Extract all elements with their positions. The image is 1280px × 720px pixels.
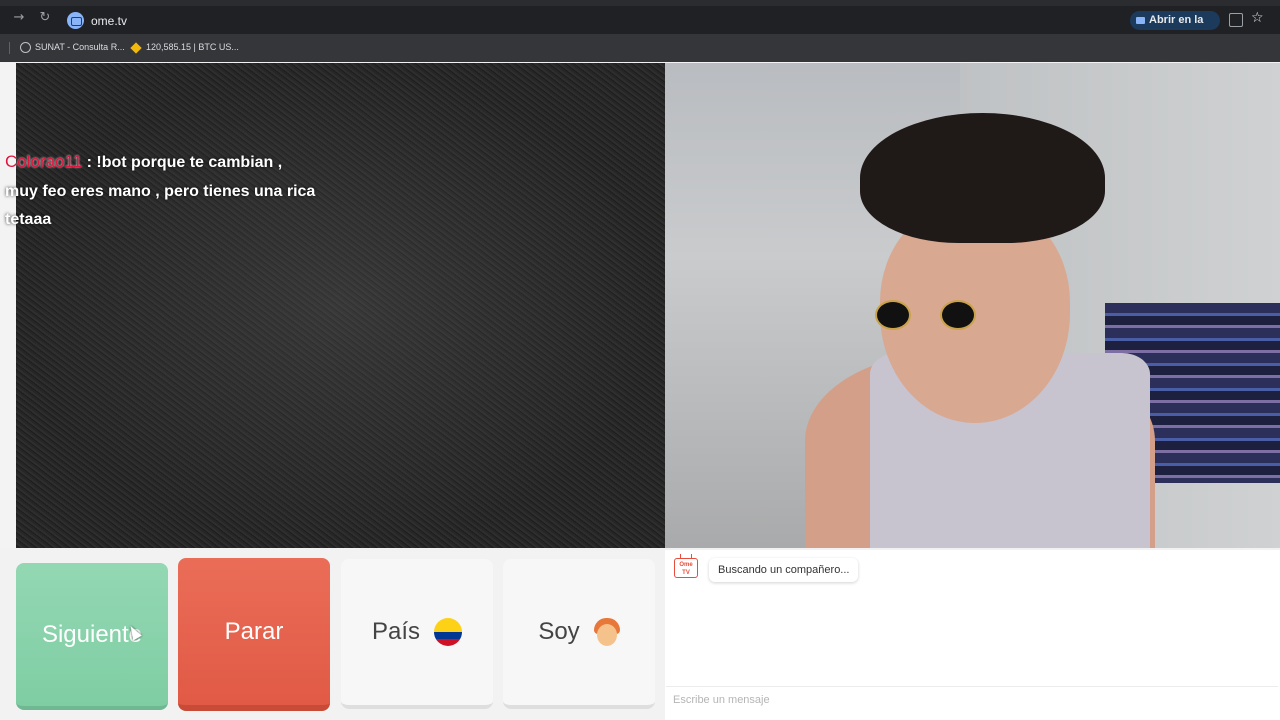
bookmarks-bar: SUNAT - Consulta R... 120,585.15 | BTC U… bbox=[0, 34, 1280, 62]
bookmarks-divider bbox=[9, 42, 10, 54]
browser-toolbar bbox=[0, 0, 1280, 34]
self-video bbox=[665, 63, 1280, 548]
colombia-flag-icon bbox=[434, 618, 463, 646]
message-input[interactable] bbox=[666, 686, 1278, 712]
tab-strip bbox=[0, 0, 1280, 6]
chat-username: Colorao11 bbox=[5, 152, 83, 171]
reload-icon[interactable]: ↻ bbox=[38, 11, 52, 25]
country-button[interactable]: País bbox=[341, 559, 493, 709]
site-info-icon[interactable] bbox=[67, 12, 84, 29]
country-button-label: País bbox=[371, 618, 421, 645]
boy-face-icon bbox=[593, 618, 620, 646]
app-icon bbox=[1136, 17, 1145, 24]
open-in-app-button[interactable]: Abrir en la app bbox=[1130, 11, 1220, 45]
gender-button[interactable]: Soy bbox=[503, 559, 655, 709]
translate-icon[interactable] bbox=[1229, 13, 1243, 27]
stop-button-label: Parar bbox=[224, 617, 284, 645]
bookmark-star-icon[interactable]: ☆ bbox=[1251, 10, 1264, 26]
sunglasses-icon bbox=[940, 300, 976, 330]
stranger-chat-overlay: Colorao11 : !bot porque te cambian , muy… bbox=[5, 148, 365, 235]
chat-message-part: : !bot porque te cambian , bbox=[82, 154, 283, 171]
sunglasses-icon bbox=[875, 300, 911, 330]
chat-line-1: Colorao11 : !bot porque te cambian , bbox=[5, 148, 365, 178]
globe-icon bbox=[20, 42, 31, 53]
person-hair bbox=[860, 113, 1105, 243]
ome-tv-logo-icon: Ome TV bbox=[674, 558, 698, 578]
gender-button-label: Soy bbox=[538, 618, 580, 645]
address-bar-url[interactable]: ome.tv bbox=[91, 14, 127, 28]
stop-button[interactable]: Parar bbox=[178, 558, 330, 711]
chat-line-3: tetaaa bbox=[5, 211, 52, 228]
binance-icon bbox=[130, 42, 142, 54]
next-button-label: Siguiente bbox=[41, 620, 143, 648]
page-margin bbox=[0, 63, 16, 548]
bookmark-btc[interactable]: 120,585.15 | BTC US... bbox=[146, 42, 239, 52]
bookmark-sunat[interactable]: SUNAT - Consulta R... bbox=[35, 42, 125, 52]
stranger-video bbox=[16, 63, 665, 548]
forward-arrow-icon[interactable]: → bbox=[12, 11, 26, 25]
status-message: Buscando un compañero... bbox=[709, 558, 859, 582]
next-button[interactable]: Siguiente bbox=[16, 563, 168, 710]
chat-line-2: muy feo eres mano , pero tienes una rica bbox=[5, 182, 316, 200]
